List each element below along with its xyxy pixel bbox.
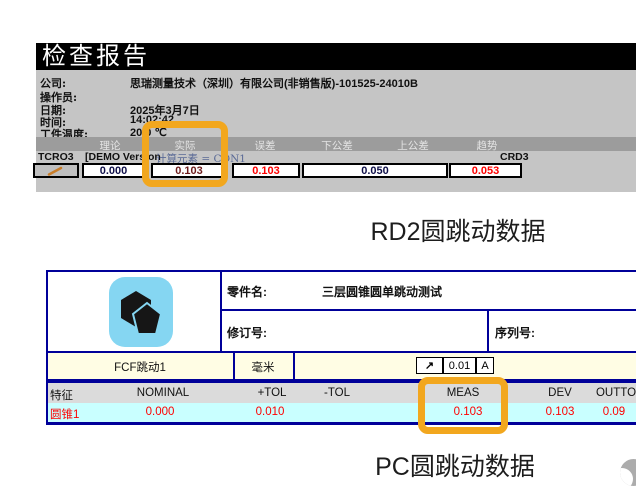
th-plus-tol: +TOL [258,387,287,399]
edit-cell[interactable] [33,163,79,178]
th-minus-tol: -TOL [324,387,350,399]
td-plus-tol: 0.010 [256,406,285,418]
chat-bubble-icon[interactable] [620,459,636,486]
report-page: 检查报告 公司: 思瑞测量技术（深圳）有限公司(非销售版)-101525-240… [0,0,636,498]
ref-id: CRD3 [500,151,529,163]
col-lower-tol: 下公差 [321,138,353,153]
result-trend-cell: 0.053 [449,163,522,178]
feature-id: TCRO3 [38,151,74,163]
result-error-cell: 0.103 [232,163,300,178]
serial-label: 序列号: [495,324,535,341]
logo-cell [46,270,222,353]
part-name-label: 零件名: [227,283,267,300]
table-divider-bottom [46,422,636,425]
col-trend: 趋势 [477,138,498,153]
col-error: 误差 [255,138,276,153]
unit-label: 毫米 [252,359,275,375]
company-value: 思瑞测量技术（深圳）有限公司(非销售版)-101525-24010B [130,75,418,91]
td-nominal: 0.000 [146,406,175,418]
highlight-box-meas [418,377,508,434]
rd2-caption: RD2圆跳动数据 [370,212,545,248]
result-theory-cell: 0.000 [82,163,145,178]
edit-pencil-icon [46,166,66,176]
td-feature: 圆锥1 [50,406,79,422]
th-nominal: NOMINAL [137,387,189,399]
result-tolerance-cell: 0.050 [302,163,448,178]
fcf-tolerance: 0.01 [443,357,476,374]
fcf-datum: A [476,357,494,374]
pc-caption: PC圆跳动数据 [375,447,535,483]
report-title-bar: 检查报告 [36,43,636,70]
part-name-value: 三层圆锥圆单跳动测试 [322,283,442,300]
revision-label: 修订号: [227,324,267,341]
chat-bubble-crescent [620,468,633,486]
runout-arrow-icon: ↗ [416,357,443,374]
td-dev: 0.103 [546,406,575,418]
th-feature: 特征 [50,387,73,403]
th-dev: DEV [548,387,572,399]
fcf-name: FCF跳动1 [114,359,166,375]
highlight-box-actual [142,121,228,187]
app-logo-icon [109,277,173,347]
report-title: 检查报告 [42,42,150,70]
td-outtol: 0.09 [603,406,625,418]
th-outtol: OUTTO [596,387,636,399]
col-upper-tol: 上公差 [397,138,429,153]
